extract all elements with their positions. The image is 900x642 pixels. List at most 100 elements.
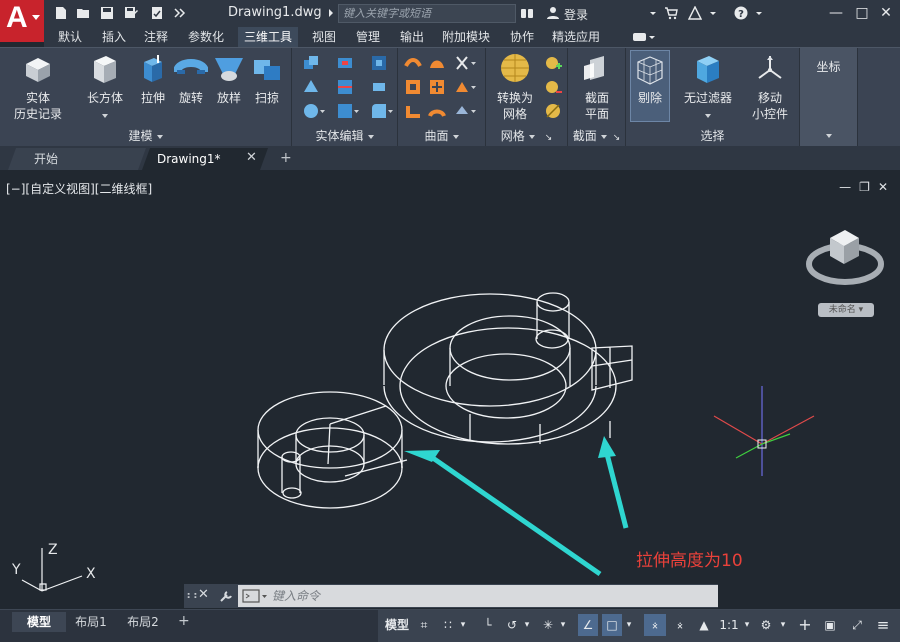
tab-3d-tools[interactable]: 三维工具 [238, 27, 299, 47]
chevron-down-icon[interactable] [646, 6, 660, 20]
layout-tab-model[interactable]: 模型 [12, 612, 66, 632]
extrude-button[interactable]: 拉伸 [136, 52, 170, 106]
layout-tab-layout1[interactable]: 布局1 [64, 612, 118, 632]
sweep-button[interactable]: 扫掠 [250, 52, 284, 106]
autodesk-a360-icon[interactable] [688, 6, 702, 20]
tab-manage[interactable]: 管理 [350, 27, 386, 47]
tab-view[interactable]: 视图 [306, 27, 342, 47]
hamburger-menu-icon[interactable]: ≡ [872, 614, 894, 636]
add-layout-icon[interactable]: + [178, 613, 190, 629]
search-box[interactable] [338, 4, 516, 23]
plot-icon[interactable] [150, 6, 164, 20]
drawing-canvas[interactable]: [−][自定义视图][二维线框] — ❐ ✕ Z Y X 未命名 ▾ 拉伸高度为… [0, 176, 900, 604]
new-file-icon[interactable] [54, 6, 68, 20]
login-link[interactable]: 登录 [564, 6, 588, 23]
grid-icon[interactable]: ⌗ [414, 614, 434, 636]
refine-mesh-icon[interactable] [544, 102, 562, 120]
surface-network-icon[interactable] [428, 102, 446, 120]
fillet-edge-icon[interactable] [370, 102, 394, 120]
surface-trim-icon[interactable] [454, 54, 478, 72]
close-command-icon[interactable]: ✕ [198, 587, 209, 602]
auto-scale-icon[interactable]: ⨰ [670, 614, 690, 636]
save-as-icon[interactable] [124, 6, 138, 20]
tab-featured-apps[interactable]: 精选应用 [546, 27, 606, 47]
interfere-icon[interactable] [302, 78, 320, 96]
surface-extend-icon[interactable] [428, 78, 446, 96]
tab-collaborate[interactable]: 协作 [504, 27, 540, 47]
convert-to-mesh-button[interactable]: 转换为 网格 [492, 52, 538, 122]
surface-sculpt-icon[interactable] [454, 78, 478, 96]
annotation-scale-icon[interactable]: ▲ [694, 614, 714, 636]
panel-surface-title[interactable]: 曲面 [398, 127, 485, 144]
box-button[interactable]: 长方体 [82, 52, 128, 122]
tab-default[interactable]: 默认 [52, 27, 88, 47]
object-snap-tracking-icon[interactable]: ∠ [578, 614, 598, 636]
smooth-less-icon[interactable] [544, 78, 562, 96]
annotation-scale-value[interactable]: 1:1 [718, 614, 740, 636]
gear-icon[interactable]: ⚙ [756, 614, 776, 636]
save-icon[interactable] [100, 6, 114, 20]
surface-convert-icon[interactable] [454, 102, 478, 120]
object-snap-icon[interactable]: □ [602, 614, 622, 636]
layout-tab-layout2[interactable]: 布局2 [116, 612, 170, 632]
surface-offset-icon[interactable] [404, 78, 422, 96]
thicken-icon[interactable] [370, 78, 388, 96]
panel-coordinates-title[interactable]: 坐标 [800, 58, 857, 75]
panel-launcher-icon[interactable]: ↘ [545, 133, 553, 143]
command-input-wrap[interactable] [238, 585, 718, 607]
close-tab-icon[interactable]: ✕ [246, 150, 257, 165]
surface-fillet-icon[interactable] [404, 102, 422, 120]
union-icon[interactable] [302, 54, 320, 72]
chevron-down-icon[interactable] [826, 134, 832, 138]
ortho-icon[interactable]: └ [478, 614, 498, 636]
culling-button[interactable]: 剔除 [630, 50, 670, 122]
chevron-down-icon[interactable] [752, 6, 766, 20]
add-icon[interactable]: + [794, 614, 816, 636]
section-plane-button[interactable]: 截面 平面 [574, 52, 620, 122]
smooth-more-icon[interactable] [544, 54, 562, 72]
user-icon[interactable] [546, 6, 560, 20]
subtract-icon[interactable] [336, 54, 354, 72]
chevron-down-icon[interactable]: ▾ [558, 614, 568, 636]
command-input[interactable] [238, 585, 718, 607]
fullscreen-icon[interactable]: ⤢ [846, 614, 868, 636]
imprint-icon[interactable] [336, 102, 360, 120]
surface-blend-icon[interactable] [404, 54, 422, 72]
ribbon-minimize-icon[interactable] [632, 31, 656, 43]
command-prompt-icon[interactable] [242, 589, 268, 603]
move-gizmo-button[interactable]: 移动 小控件 [746, 52, 794, 122]
chevron-down-icon[interactable]: ▾ [624, 614, 634, 636]
revolve-button[interactable]: 旋转 [174, 52, 208, 106]
tab-addins[interactable]: 附加模块 [436, 27, 496, 47]
panel-modeling-title[interactable]: 建模 [0, 127, 291, 144]
viewcube-unnamed-label[interactable]: 未命名 ▾ [818, 303, 874, 317]
application-menu-button[interactable]: A [0, 0, 44, 42]
maximize-button[interactable]: □ [852, 3, 872, 23]
loft-button[interactable]: 放样 [212, 52, 246, 106]
chevron-down-icon[interactable]: ▾ [522, 614, 532, 636]
panel-section-title[interactable]: 截面 ↘ [568, 127, 625, 144]
close-button[interactable]: ✕ [876, 3, 896, 23]
solid-history-button[interactable]: 实体 历史记录 [12, 52, 64, 122]
intersect-icon[interactable] [370, 54, 388, 72]
panel-launcher-icon[interactable]: ↘ [613, 133, 621, 143]
chevron-down-icon[interactable] [706, 6, 720, 20]
wrench-icon[interactable] [218, 588, 234, 604]
extract-edges-icon[interactable] [302, 102, 326, 120]
tab-insert[interactable]: 插入 [96, 27, 132, 47]
cart-icon[interactable] [664, 6, 678, 20]
chevron-down-icon[interactable]: ▾ [742, 614, 752, 636]
more-tools-icon[interactable] [172, 6, 186, 20]
chevron-down-icon[interactable]: ▾ [778, 614, 788, 636]
help-icon[interactable]: ? [734, 6, 748, 20]
quick-properties-icon[interactable]: ▣ [820, 614, 840, 636]
isometric-drafting-icon[interactable]: ✳ [538, 614, 558, 636]
binoculars-icon[interactable] [520, 6, 534, 20]
no-filter-button[interactable]: 无过滤器 [680, 52, 736, 122]
polar-tracking-icon[interactable]: ↺ [502, 614, 522, 636]
tab-parametric[interactable]: 参数化 [182, 27, 230, 47]
chevron-down-icon[interactable]: ▾ [458, 614, 468, 636]
model-space-toggle[interactable]: 模型 [382, 614, 412, 636]
surface-patch-icon[interactable] [428, 54, 446, 72]
panel-solid-edit-title[interactable]: 实体编辑 [292, 127, 397, 144]
